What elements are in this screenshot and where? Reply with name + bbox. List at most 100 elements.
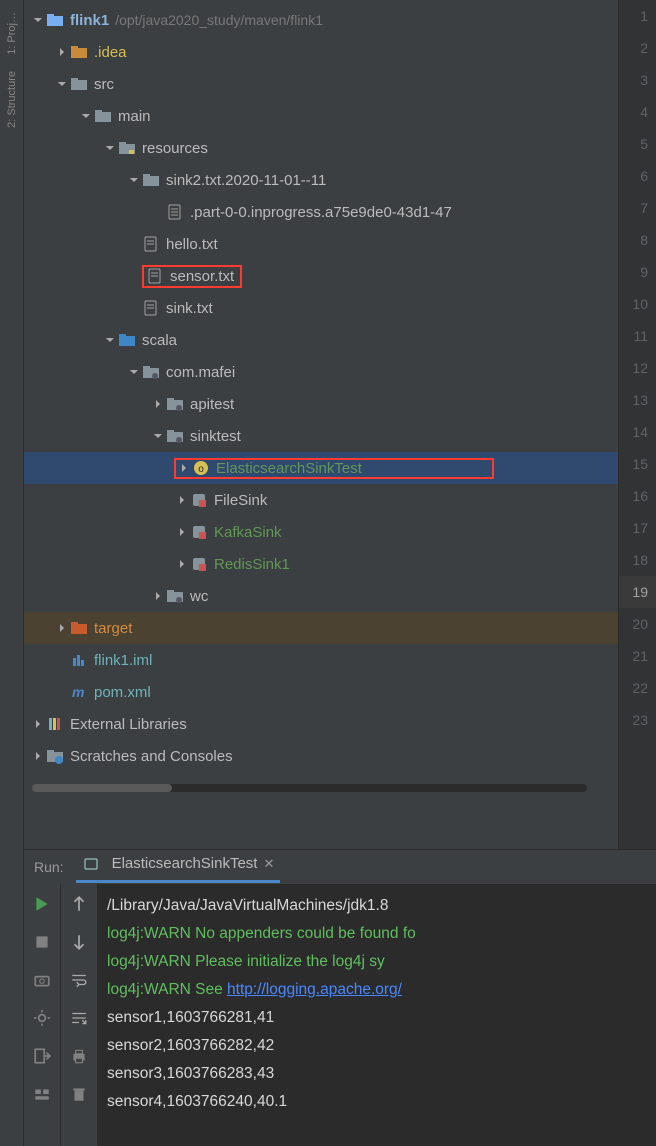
chevron-down-icon[interactable]	[30, 15, 46, 25]
tree-item-sensor[interactable]: sensor.txt	[24, 260, 618, 292]
tree-item-idea[interactable]: .idea	[24, 36, 618, 68]
tree-item-sink[interactable]: sink.txt	[24, 292, 618, 324]
console-output[interactable]: /Library/Java/JavaVirtualMachines/jdk1.8…	[97, 884, 656, 1146]
package-icon	[166, 428, 184, 444]
tree-item-filesink[interactable]: FileSink	[24, 484, 618, 516]
gutter-line: 8	[619, 224, 656, 256]
tree-item-target[interactable]: target	[24, 612, 618, 644]
run-tab[interactable]: ElasticsearchSinkTest ✕	[76, 851, 281, 883]
gutter-line: 15	[619, 448, 656, 480]
tree-item-partfile[interactable]: .part-0-0.inprogress.a75e9de0-43d1-47	[24, 196, 618, 228]
tree-item-main[interactable]: main	[24, 100, 618, 132]
stop-icon[interactable]	[32, 932, 52, 952]
tree-item-extlib[interactable]: External Libraries	[24, 708, 618, 740]
iml-icon	[70, 652, 88, 668]
chevron-right-icon[interactable]	[150, 399, 166, 409]
lbl-target: target	[94, 620, 132, 637]
line-gutter: 1234567891011121314151617181920212223	[618, 0, 656, 849]
maven-icon: m	[70, 684, 88, 700]
tree-item-scratches[interactable]: Scratches and Consoles	[24, 740, 618, 772]
console-line: log4j:WARN No appenders could be found f…	[107, 920, 646, 948]
console-line: /Library/Java/JavaVirtualMachines/jdk1.8	[107, 892, 646, 920]
chevron-right-icon[interactable]	[150, 591, 166, 601]
file-icon	[166, 204, 184, 220]
tree-item-sink2dir[interactable]: sink2.txt.2020-11-01--11	[24, 164, 618, 196]
up-arrow-icon[interactable]	[69, 894, 89, 914]
lbl-idea: .idea	[94, 44, 127, 61]
tree-item-iml[interactable]: flink1.iml	[24, 644, 618, 676]
down-arrow-icon[interactable]	[69, 932, 89, 952]
lbl-scratches: Scratches and Consoles	[70, 748, 233, 765]
side-tab-structure[interactable]: 2: Structure	[4, 65, 20, 134]
chevron-right-icon[interactable]	[176, 463, 192, 473]
chevron-down-icon[interactable]	[102, 143, 118, 153]
folder-icon	[70, 76, 88, 92]
scrollbar-thumb[interactable]	[32, 784, 172, 792]
chevron-right-icon[interactable]	[30, 751, 46, 761]
tree-item-wc[interactable]: wc	[24, 580, 618, 612]
print-icon[interactable]	[69, 1046, 89, 1066]
chevron-down-icon[interactable]	[54, 79, 70, 89]
close-icon[interactable]: ✕	[263, 856, 274, 872]
gutter-line: 4	[619, 96, 656, 128]
gutter-line: 12	[619, 352, 656, 384]
lbl-hello: hello.txt	[166, 236, 218, 253]
lbl-src: src	[94, 76, 114, 93]
chevron-right-icon[interactable]	[30, 719, 46, 729]
camera-icon[interactable]	[32, 970, 52, 990]
gutter-line: 7	[619, 192, 656, 224]
lbl-apitest: apitest	[190, 396, 234, 413]
tree-item-sinktest[interactable]: sinktest	[24, 420, 618, 452]
chevron-right-icon[interactable]	[174, 495, 190, 505]
side-tab-project[interactable]: 1: Proj…	[4, 6, 20, 61]
chevron-down-icon[interactable]	[102, 335, 118, 345]
console-link[interactable]: http://logging.apache.org/	[227, 981, 402, 998]
tree-item-apitest[interactable]: apitest	[24, 388, 618, 420]
scala-error-icon	[190, 556, 208, 572]
exit-icon[interactable]	[32, 1046, 52, 1066]
module-folder-icon	[46, 12, 64, 28]
run-label: Run:	[34, 859, 64, 875]
chevron-down-icon[interactable]	[150, 431, 166, 441]
chevron-down-icon[interactable]	[78, 111, 94, 121]
trash-icon[interactable]	[69, 1084, 89, 1104]
chevron-right-icon[interactable]	[54, 47, 70, 57]
tree-item-src[interactable]: src	[24, 68, 618, 100]
gutter-line: 3	[619, 64, 656, 96]
gutter-line: 6	[619, 160, 656, 192]
tree-root[interactable]: flink1 /opt/java2020_study/maven/flink1	[24, 4, 618, 36]
side-tab-bar: 1: Proj… 2: Structure	[0, 0, 24, 1146]
gutter-line: 5	[619, 128, 656, 160]
lbl-extlib: External Libraries	[70, 716, 187, 733]
scroll-end-icon[interactable]	[69, 1008, 89, 1028]
tree-item-scala[interactable]: scala	[24, 324, 618, 356]
tree-item-hello[interactable]: hello.txt	[24, 228, 618, 260]
chevron-right-icon[interactable]	[54, 623, 70, 633]
tree-item-es[interactable]: o ElasticsearchSinkTest	[24, 452, 618, 484]
horizontal-scrollbar[interactable]	[24, 784, 618, 798]
gutter-line: 13	[619, 384, 656, 416]
lbl-scala: scala	[142, 332, 177, 349]
chevron-down-icon[interactable]	[126, 175, 142, 185]
tree-item-pom[interactable]: m pom.xml	[24, 676, 618, 708]
tree-item-kafkasink[interactable]: KafkaSink	[24, 516, 618, 548]
settings-icon[interactable]	[32, 1008, 52, 1028]
tree-item-resources[interactable]: resources	[24, 132, 618, 164]
lbl-pkg: com.mafei	[166, 364, 235, 381]
layout-icon[interactable]	[32, 1084, 52, 1104]
soft-wrap-icon[interactable]	[69, 970, 89, 990]
gutter-line: 22	[619, 672, 656, 704]
console-line: sensor3,1603766283,43	[107, 1060, 646, 1088]
project-tree[interactable]: flink1 /opt/java2020_study/maven/flink1 …	[24, 0, 618, 849]
chevron-right-icon[interactable]	[174, 559, 190, 569]
root-path: /opt/java2020_study/maven/flink1	[115, 12, 323, 28]
chevron-right-icon[interactable]	[174, 527, 190, 537]
gutter-line: 17	[619, 512, 656, 544]
lbl-kafkasink: KafkaSink	[214, 524, 282, 541]
package-icon	[142, 364, 160, 380]
chevron-down-icon[interactable]	[126, 367, 142, 377]
tree-item-redissink[interactable]: RedisSink1	[24, 548, 618, 580]
scala-error-icon	[190, 524, 208, 540]
tree-item-pkg[interactable]: com.mafei	[24, 356, 618, 388]
run-icon[interactable]	[32, 894, 52, 914]
